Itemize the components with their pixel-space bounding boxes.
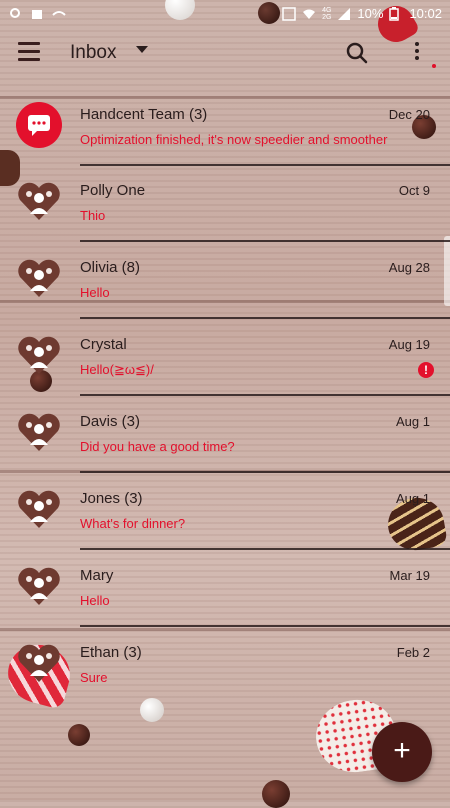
divider bbox=[80, 394, 450, 396]
contact-heart-avatar[interactable] bbox=[16, 178, 62, 224]
divider bbox=[80, 471, 450, 473]
conversation-row[interactable]: Olivia (8) Aug 28 Hello bbox=[0, 243, 450, 319]
signal-icon bbox=[337, 7, 351, 21]
contact-heart-avatar[interactable] bbox=[16, 332, 62, 378]
contact-heart-avatar[interactable] bbox=[16, 255, 62, 301]
shopping-bag-icon bbox=[30, 6, 44, 20]
contact-name: Mary bbox=[80, 567, 114, 584]
message-snippet: Thio bbox=[80, 208, 106, 223]
conversation-row[interactable]: Polly One Oct 9 Thio bbox=[0, 166, 450, 242]
conversation-row[interactable]: Ethan (3) Feb 2 Sure bbox=[0, 628, 450, 704]
nfc-icon bbox=[282, 6, 296, 21]
battery-percent: 10% bbox=[357, 6, 384, 21]
message-date: Aug 19 bbox=[388, 337, 430, 352]
contact-name: Crystal bbox=[80, 336, 127, 353]
message-date: Aug 1 bbox=[396, 491, 430, 506]
contact-name: Polly One bbox=[80, 182, 146, 199]
contact-heart-avatar[interactable] bbox=[16, 640, 62, 686]
missed-call-icon bbox=[52, 6, 66, 20]
settings-gear-icon bbox=[8, 6, 22, 20]
divider bbox=[80, 548, 450, 550]
contact-name: Jones (3) bbox=[80, 490, 143, 507]
clock: 10:02 bbox=[409, 6, 442, 21]
message-snippet: Hello(≧ω≦)/ bbox=[80, 362, 154, 377]
message-date: Dec 20 bbox=[388, 107, 430, 122]
message-snippet: What's for dinner? bbox=[80, 516, 186, 531]
wifi-icon bbox=[302, 7, 316, 21]
divider bbox=[80, 317, 450, 319]
network-type: 4G 2G bbox=[322, 6, 332, 21]
message-snippet: Optimization finished, it's now speedier… bbox=[80, 132, 388, 147]
contact-heart-avatar[interactable] bbox=[16, 409, 62, 455]
notification-dot bbox=[432, 64, 436, 68]
message-date: Oct 9 bbox=[398, 183, 430, 198]
caret-down-icon[interactable] bbox=[136, 46, 148, 53]
contact-name: Davis (3) bbox=[80, 413, 141, 430]
divider bbox=[80, 625, 450, 627]
conversation-row[interactable]: Davis (3) Aug 1 Did you have a good time… bbox=[0, 397, 450, 473]
notification-icons bbox=[8, 6, 66, 20]
status-bar: 4G 2G 10% 10:02 bbox=[0, 0, 450, 28]
contact-name: Olivia (8) bbox=[80, 259, 141, 276]
chat-bubble-icon[interactable] bbox=[16, 102, 62, 148]
divider bbox=[80, 240, 450, 242]
contact-heart-avatar[interactable] bbox=[16, 486, 62, 532]
contact-heart-avatar[interactable] bbox=[16, 563, 62, 609]
search-icon[interactable] bbox=[346, 42, 368, 64]
message-snippet: Hello bbox=[80, 285, 110, 300]
battery-icon bbox=[389, 6, 403, 21]
hamburger-menu-icon[interactable] bbox=[18, 42, 40, 62]
message-date: Aug 1 bbox=[396, 414, 430, 429]
more-vert-icon[interactable] bbox=[414, 42, 420, 62]
message-snippet: Sure bbox=[80, 670, 108, 685]
chocolate-ball-decoration bbox=[262, 780, 290, 808]
message-date: Aug 28 bbox=[388, 260, 430, 275]
message-snippet: Did you have a good time? bbox=[80, 439, 235, 454]
send-error-icon[interactable]: ! bbox=[418, 362, 434, 378]
conversation-row[interactable]: Mary Mar 19 Hello bbox=[0, 551, 450, 627]
message-date: Mar 19 bbox=[389, 568, 430, 583]
message-snippet: Hello bbox=[80, 593, 110, 608]
message-date: Feb 2 bbox=[396, 645, 430, 660]
page-title[interactable]: Inbox bbox=[70, 42, 116, 64]
conversation-row[interactable]: Handcent Team (3) Dec 20 Optimization fi… bbox=[0, 90, 450, 166]
system-status: 4G 2G 10% 10:02 bbox=[282, 6, 442, 21]
compose-plus-icon[interactable]: + bbox=[372, 722, 432, 782]
contact-name: Ethan (3) bbox=[80, 644, 142, 661]
conversation-row[interactable]: Jones (3) Aug 1 What's for dinner? bbox=[0, 474, 450, 550]
contact-name: Handcent Team (3) bbox=[80, 106, 208, 123]
conversation-row[interactable]: Crystal Aug 19 Hello(≧ω≦)/ ! bbox=[0, 320, 450, 396]
app-toolbar: Inbox bbox=[0, 28, 450, 80]
chocolate-ball-decoration bbox=[68, 724, 90, 746]
